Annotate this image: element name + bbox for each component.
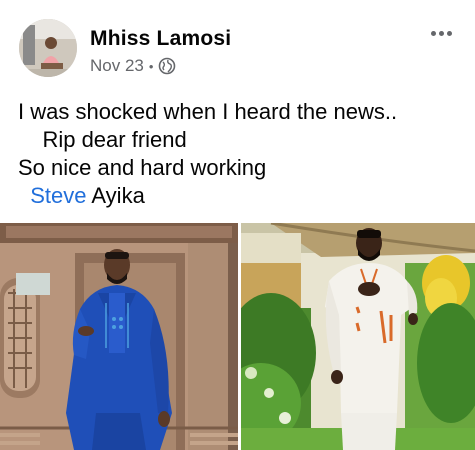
post-text: I was shocked when I heard the news.. Ri…: [18, 98, 397, 210]
mention-rest: Ayika: [86, 183, 145, 208]
author-avatar[interactable]: [19, 19, 77, 77]
post-meta: Nov 23 •: [90, 56, 176, 76]
post-text-mention-line: Steve Ayika: [18, 182, 397, 210]
more-options-button[interactable]: [421, 20, 461, 46]
mention-link-steve[interactable]: Steve: [30, 183, 86, 208]
post-text-line: Rip dear friend: [18, 127, 187, 152]
more-options-icon: [430, 30, 452, 36]
post-text-line: So nice and hard working: [18, 155, 267, 180]
photo-grid: [0, 223, 475, 450]
post-text-line: I was shocked when I heard the news..: [18, 99, 398, 124]
author-name[interactable]: Mhiss Lamosi: [90, 27, 231, 51]
photo-man-in-white-outfit[interactable]: [241, 223, 475, 450]
post-header: Mhiss Lamosi Nov 23 •: [0, 0, 475, 90]
mention-indent: [18, 183, 30, 208]
globe-icon[interactable]: [158, 57, 176, 75]
post-date[interactable]: Nov 23: [90, 56, 144, 76]
meta-separator: •: [148, 58, 154, 74]
photo-man-in-blue-agbada[interactable]: [0, 223, 238, 450]
